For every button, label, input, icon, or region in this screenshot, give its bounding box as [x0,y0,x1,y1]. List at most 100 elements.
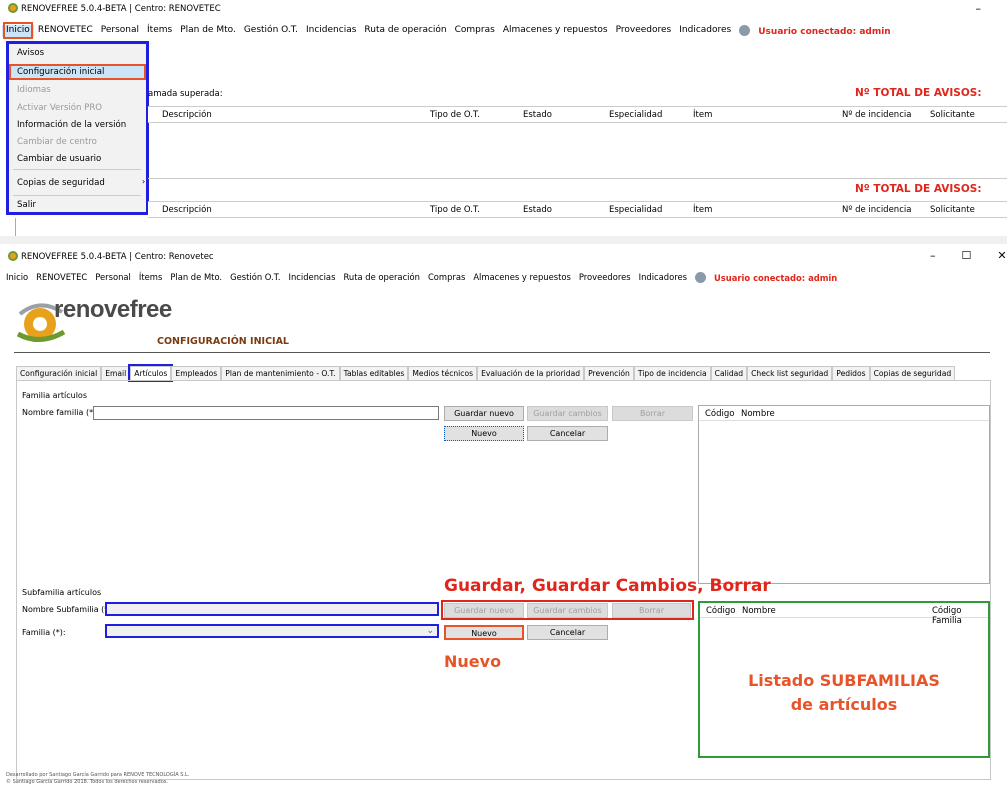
menu-indicadores[interactable]: Indicadores [675,25,735,37]
subfamilia-nuevo-button[interactable]: Nuevo [444,625,524,640]
tab-pedidos[interactable]: Pedidos [832,366,870,380]
tab-articulos[interactable]: Artículos [128,364,174,382]
menu-gestion-ot[interactable]: Gestión O.T. [226,272,284,283]
col-especialidad[interactable]: Especialidad [609,205,662,215]
annotation-list-line2: de artículos [790,695,898,714]
col-item[interactable]: Ítem [693,110,712,120]
close-button[interactable]: ✕ [997,249,1006,262]
subfamilia-cancelar-button[interactable]: Cancelar [527,625,608,640]
user-status: Usuario conectado: admin [691,272,845,283]
top-minimize-button[interactable]: – [976,2,982,15]
footer-line2: © Santiago García Garrido 2018. Todos lo… [6,779,168,785]
col-codigo-familia[interactable]: Código Familia [932,606,988,626]
col-solicitante[interactable]: Solicitante [930,110,975,120]
col-tipo-ot[interactable]: Tipo de O.T. [430,205,480,215]
tab-empleados[interactable]: Empleados [171,366,222,380]
col-descripcion[interactable]: Descripción [162,205,212,215]
familia-guardar-cambios-button[interactable]: Guardar cambios [527,406,608,421]
familia-name-label: Nombre familia (*) [22,408,97,417]
tab-configuracion-inicial[interactable]: Configuración inicial [16,366,102,380]
menu-personal[interactable]: Personal [91,272,135,283]
col-nombre[interactable]: Nombre [742,606,776,616]
menu-ruta[interactable]: Ruta de operación [339,272,424,283]
window-controls: – ☐ ✕ [930,249,1007,262]
tab-plan-mantenimiento[interactable]: Plan de mantenimiento - O.T. [221,366,340,380]
dd-avisos[interactable]: Avisos [17,48,44,58]
tab-evaluacion-prioridad[interactable]: Evaluación de la prioridad [477,366,585,380]
menu-proveedores[interactable]: Proveedores [612,25,676,37]
col-codigo[interactable]: Código [705,409,735,419]
tab-email[interactable]: Email [101,366,131,380]
menu-gestion-ot[interactable]: Gestión O.T. [240,25,302,37]
menu-almacenes[interactable]: Almacenes y repuestos [469,272,575,283]
tab-calidad[interactable]: Calidad [710,366,748,380]
col-tipo-ot[interactable]: Tipo de O.T. [430,110,480,120]
col-incidencia[interactable]: Nº de incidencia [842,205,911,215]
menu-renovetec[interactable]: RENOVETEC [32,272,91,283]
familia-nuevo-button[interactable]: Nuevo [444,426,524,441]
col-codigo[interactable]: Código [706,606,736,616]
menu-ruta[interactable]: Ruta de operación [360,25,450,37]
bottom-menubar: Inicio RENOVETEC Personal Ítems Plan de … [2,272,845,283]
tab-copias-seguridad[interactable]: Copias de seguridad [869,366,956,380]
menu-compras[interactable]: Compras [424,272,469,283]
dd-activar-pro[interactable]: Activar Versión PRO [17,103,102,113]
col-descripcion[interactable]: Descripción [162,110,212,120]
subfamilia-name-input[interactable] [105,602,439,616]
subfamilia-guardar-cambios-button[interactable]: Guardar cambios [527,603,608,618]
menu-plan-mto[interactable]: Plan de Mto. [176,25,240,37]
app-gear-icon [8,3,18,13]
minimize-button[interactable]: – [930,249,936,262]
menu-personal[interactable]: Personal [97,25,143,37]
tab-prevencion[interactable]: Prevención [584,366,634,380]
dd-salir[interactable]: Salir [17,200,36,210]
menu-incidencias[interactable]: Incidencias [285,272,340,283]
menu-inicio[interactable]: Inicio [2,272,32,283]
submenu-arrow-icon: › [142,177,146,186]
dd-configuracion-inicial[interactable]: Configuración inicial [17,67,104,77]
top-section-label: amada superada: [148,89,223,99]
footer-line1: Desarrollado por Santiago García Garrido… [6,772,190,778]
menu-proveedores[interactable]: Proveedores [575,272,635,283]
dd-copias-seguridad[interactable]: Copias de seguridad [17,178,105,188]
familia-cancelar-button[interactable]: Cancelar [527,426,608,441]
top-title-bar: RENOVEFREE 5.0.4-BETA | Centro: RENOVETE… [8,3,221,14]
tab-tipo-incidencia[interactable]: Tipo de incidencia [633,366,711,380]
dd-info-version[interactable]: Información de la versión [17,120,126,130]
familia-borrar-button[interactable]: Borrar [612,406,693,421]
subfamilia-familia-select[interactable]: ⌄ [105,624,439,638]
col-incidencia[interactable]: Nº de incidencia [842,110,911,120]
menu-plan-mto[interactable]: Plan de Mto. [166,272,226,283]
dd-idiomas[interactable]: Idiomas [17,85,51,95]
dd-cambiar-centro[interactable]: Cambiar de centro [17,137,97,147]
menu-incidencias[interactable]: Incidencias [302,25,360,37]
familia-name-input[interactable] [93,406,439,420]
tab-tablas-editables[interactable]: Tablas editables [339,366,409,380]
col-item[interactable]: Ítem [693,205,712,215]
col-solicitante[interactable]: Solicitante [930,205,975,215]
subfamilia-borrar-button[interactable]: Borrar [612,603,691,618]
user-status: Usuario conectado: admin [735,25,898,37]
total-avisos-label-1: Nº TOTAL DE AVISOS: [855,87,982,99]
familia-list[interactable]: Código Nombre [698,405,990,584]
subfamilia-guardar-nuevo-button[interactable]: Guardar nuevo [444,603,524,618]
col-estado[interactable]: Estado [523,205,552,215]
user-status-text: Usuario conectado: admin [714,273,838,283]
maximize-button[interactable]: ☐ [962,249,972,262]
menu-almacenes[interactable]: Almacenes y repuestos [499,25,612,37]
chevron-down-icon: ⌄ [426,626,434,636]
menu-items[interactable]: Ítems [135,272,166,283]
tab-check-list[interactable]: Check list seguridad [747,366,833,380]
menu-renovetec[interactable]: RENOVETEC [34,25,97,37]
menu-indicadores[interactable]: Indicadores [635,272,691,283]
user-avatar-icon [739,25,751,36]
col-estado[interactable]: Estado [523,110,552,120]
menu-compras[interactable]: Compras [451,25,499,37]
familia-guardar-nuevo-button[interactable]: Guardar nuevo [444,406,524,421]
dd-cambiar-usuario[interactable]: Cambiar de usuario [17,154,101,164]
subfamilia-list[interactable]: Código Nombre Código Familia Listado SUB… [698,601,990,758]
col-especialidad[interactable]: Especialidad [609,110,662,120]
tab-medios-tecnicos[interactable]: Medios técnicos [408,366,478,380]
menu-items[interactable]: Ítems [143,25,176,37]
col-nombre[interactable]: Nombre [741,409,775,419]
